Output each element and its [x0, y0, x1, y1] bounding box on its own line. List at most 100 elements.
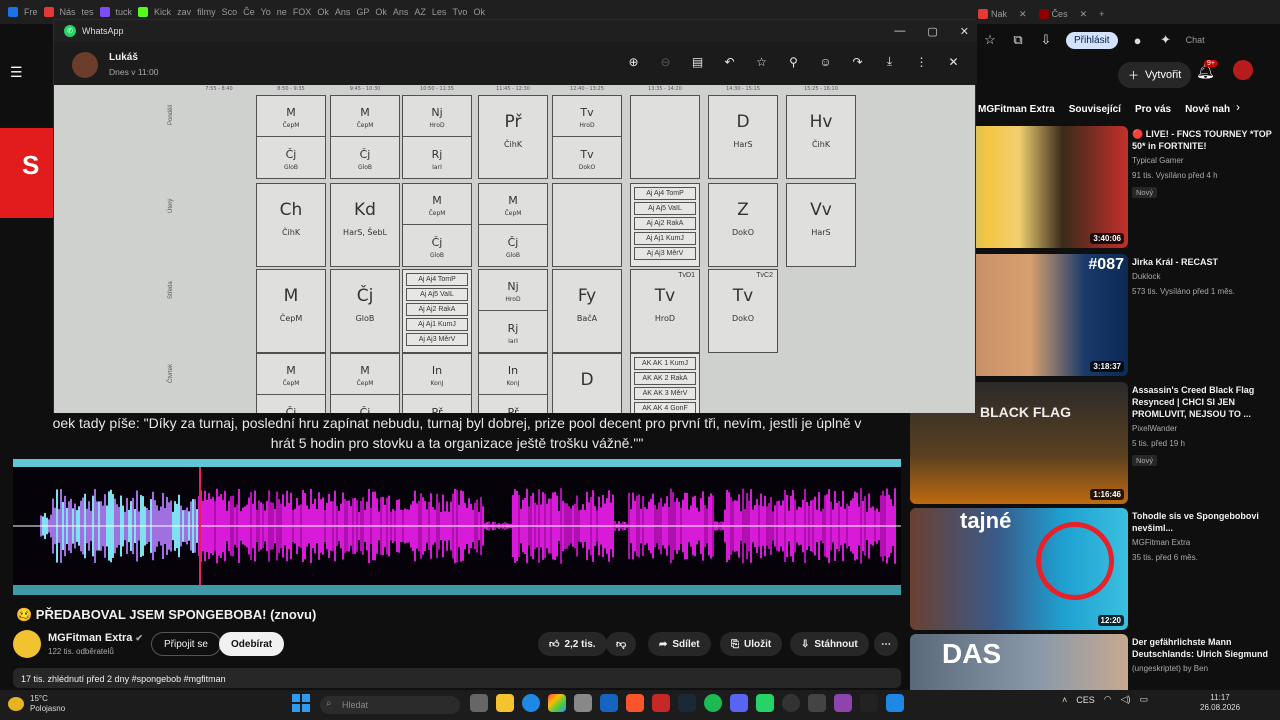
browser-tab[interactable]: Ok: [473, 7, 485, 17]
close-window-icon[interactable]: ✕: [960, 25, 969, 38]
browser-tab[interactable]: GP: [356, 7, 369, 17]
zoom-out-icon[interactable]: ⊖: [658, 54, 673, 69]
browser-tab[interactable]: Ans: [393, 7, 409, 17]
video-title[interactable]: 🔴 LIVE! - FNCS TOURNEY *TOP 50* in FORTN…: [1132, 128, 1278, 152]
channel-name[interactable]: Typical Gamer: [1132, 155, 1278, 167]
minimize-icon[interactable]: —: [894, 25, 905, 37]
dislike-button[interactable]: 👎︎: [606, 632, 637, 656]
subscribe-button[interactable]: Odebírat: [219, 632, 285, 656]
browser-tab[interactable]: AZ: [414, 7, 426, 17]
copilot-icon[interactable]: [548, 694, 566, 712]
signin-button[interactable]: Přihlásit: [1066, 31, 1118, 49]
pin-icon[interactable]: ⚲: [786, 54, 801, 69]
download-button[interactable]: ⇩ Stáhnout: [790, 632, 869, 656]
timetable-photo[interactable]: 7:55 - 8:40 8:50 - 9:35 9:45 - 10:30 10:50 …: [54, 85, 975, 413]
save-button[interactable]: ⎘ Uložit: [720, 632, 783, 656]
browser-tab-nak[interactable]: Nak: [978, 9, 1007, 19]
steam-icon[interactable]: [678, 694, 696, 712]
channel-name[interactable]: (ungeskriptet) by Ben: [1132, 663, 1278, 675]
obs-icon[interactable]: [808, 694, 826, 712]
browser-tab[interactable]: Les: [432, 7, 447, 17]
channel-name[interactable]: MGFitman Extra ✔: [48, 632, 143, 644]
browser-tab[interactable]: Sco: [222, 7, 238, 17]
video-thumbnail[interactable]: tajné 12:20: [910, 508, 1128, 630]
taskbar-clock[interactable]: 11:17 26.08.2026: [1200, 693, 1240, 713]
chip-related[interactable]: Související: [1069, 104, 1121, 115]
browser-tab[interactable]: Ok: [317, 7, 329, 17]
user-avatar[interactable]: [1233, 60, 1253, 80]
chevron-up-icon[interactable]: ˄: [1062, 695, 1067, 705]
browser-tab[interactable]: Ans: [335, 7, 351, 17]
spotify-icon[interactable]: [704, 694, 722, 712]
app-icon[interactable]: [834, 694, 852, 712]
more-vertical-icon[interactable]: ⋮: [914, 54, 929, 69]
create-button[interactable]: ＋ Vytvořit: [1118, 62, 1192, 88]
chip-new[interactable]: Nově nah: [1185, 104, 1230, 115]
app-icon[interactable]: [860, 694, 878, 712]
video-title[interactable]: Der gefährlichste Mann Deutschlands: Ulr…: [1132, 636, 1278, 660]
calculator-icon[interactable]: [574, 694, 592, 712]
new-tab-icon[interactable]: +: [1099, 9, 1104, 19]
show-in-chat-icon[interactable]: ▤: [690, 54, 705, 69]
join-button[interactable]: Připojit se: [151, 632, 221, 656]
browser-tab[interactable]: filmy: [197, 7, 216, 17]
video-title[interactable]: Jirka Král - RECAST: [1132, 256, 1278, 268]
download-icon[interactable]: ⇩: [1038, 32, 1054, 48]
star-icon[interactable]: ☆: [982, 32, 998, 48]
reply-icon[interactable]: ↶: [722, 54, 737, 69]
channel-avatar[interactable]: [13, 630, 41, 658]
star-icon[interactable]: ☆: [754, 54, 769, 69]
weather-widget[interactable]: 15°C Polojasno: [8, 694, 65, 714]
file-explorer-icon[interactable]: [496, 694, 514, 712]
close-tab-icon[interactable]: ✕: [1080, 9, 1088, 20]
chrome-icon[interactable]: [782, 694, 800, 712]
chip-mgfitman-extra[interactable]: MGFitman Extra: [978, 104, 1055, 115]
tab-favicon-icon[interactable]: [99, 7, 110, 17]
whatsapp-icon[interactable]: [756, 694, 774, 712]
volume-icon[interactable]: ◁): [1121, 694, 1131, 705]
browser-tab-ces[interactable]: Čes: [1038, 9, 1068, 19]
battery-icon[interactable]: ▭: [1140, 694, 1149, 705]
app-icon[interactable]: [886, 694, 904, 712]
outlook-icon[interactable]: [600, 694, 618, 712]
video-thumbnail[interactable]: DAS: [910, 634, 1128, 690]
zoom-in-icon[interactable]: ⊕: [626, 54, 641, 69]
browser-tab[interactable]: Nás: [60, 7, 76, 17]
browser-tab[interactable]: Fre: [24, 7, 38, 17]
channel-name[interactable]: PixelWander: [1132, 423, 1278, 435]
forward-icon[interactable]: ↷: [850, 54, 865, 69]
browser-tab[interactable]: ne: [277, 7, 287, 17]
emoji-react-icon[interactable]: ☺: [818, 54, 833, 69]
start-button[interactable]: [292, 694, 310, 712]
video-title[interactable]: Tohodle sis ve Spongebobovi nevšiml...: [1132, 510, 1278, 534]
share-button[interactable]: ➦ Sdílet: [648, 632, 711, 656]
more-actions-button[interactable]: ⋯: [874, 632, 898, 656]
language-indicator[interactable]: CES: [1076, 695, 1095, 705]
channel-name[interactable]: MGFitman Extra: [1132, 537, 1278, 549]
video-description[interactable]: 17 tis. zhlédnutí před 2 dny #spongebob …: [13, 668, 901, 688]
discord-icon[interactable]: [730, 694, 748, 712]
close-tab-icon[interactable]: ✕: [1019, 9, 1027, 20]
maximize-icon[interactable]: ▢: [927, 25, 937, 38]
edge-icon[interactable]: [522, 694, 540, 712]
chevron-right-icon[interactable]: ›: [1236, 100, 1240, 114]
youtube-tab-icon[interactable]: [43, 7, 54, 17]
recommended-video[interactable]: DAS Der gefährlichste Mann Deutschlands:…: [910, 634, 1280, 690]
browser-tab[interactable]: FOX: [293, 7, 312, 17]
like-button[interactable]: 👍︎ 2,2 tis.: [538, 632, 607, 656]
browser-tab[interactable]: tes: [82, 7, 94, 17]
extension-icon[interactable]: ⧉: [1010, 32, 1026, 48]
brave-icon[interactable]: [626, 694, 644, 712]
browser-tab[interactable]: tuck: [116, 7, 133, 17]
browser-tab[interactable]: Ok: [375, 7, 387, 17]
browser-tab[interactable]: Tvo: [452, 7, 467, 17]
gemini-icon[interactable]: ✦: [1158, 32, 1174, 48]
chip-for-you[interactable]: Pro vás: [1135, 104, 1171, 115]
recommended-video[interactable]: tajné 12:20 Tohodle sis ve Spongebobovi …: [910, 508, 1280, 634]
chat-button[interactable]: Chat: [1186, 35, 1205, 45]
browser-tab[interactable]: Če: [243, 7, 255, 17]
download-icon[interactable]: ⤓: [882, 54, 897, 69]
app-icon[interactable]: [652, 694, 670, 712]
contact-avatar[interactable]: [72, 52, 98, 78]
browser-tab[interactable]: zav: [177, 7, 191, 17]
